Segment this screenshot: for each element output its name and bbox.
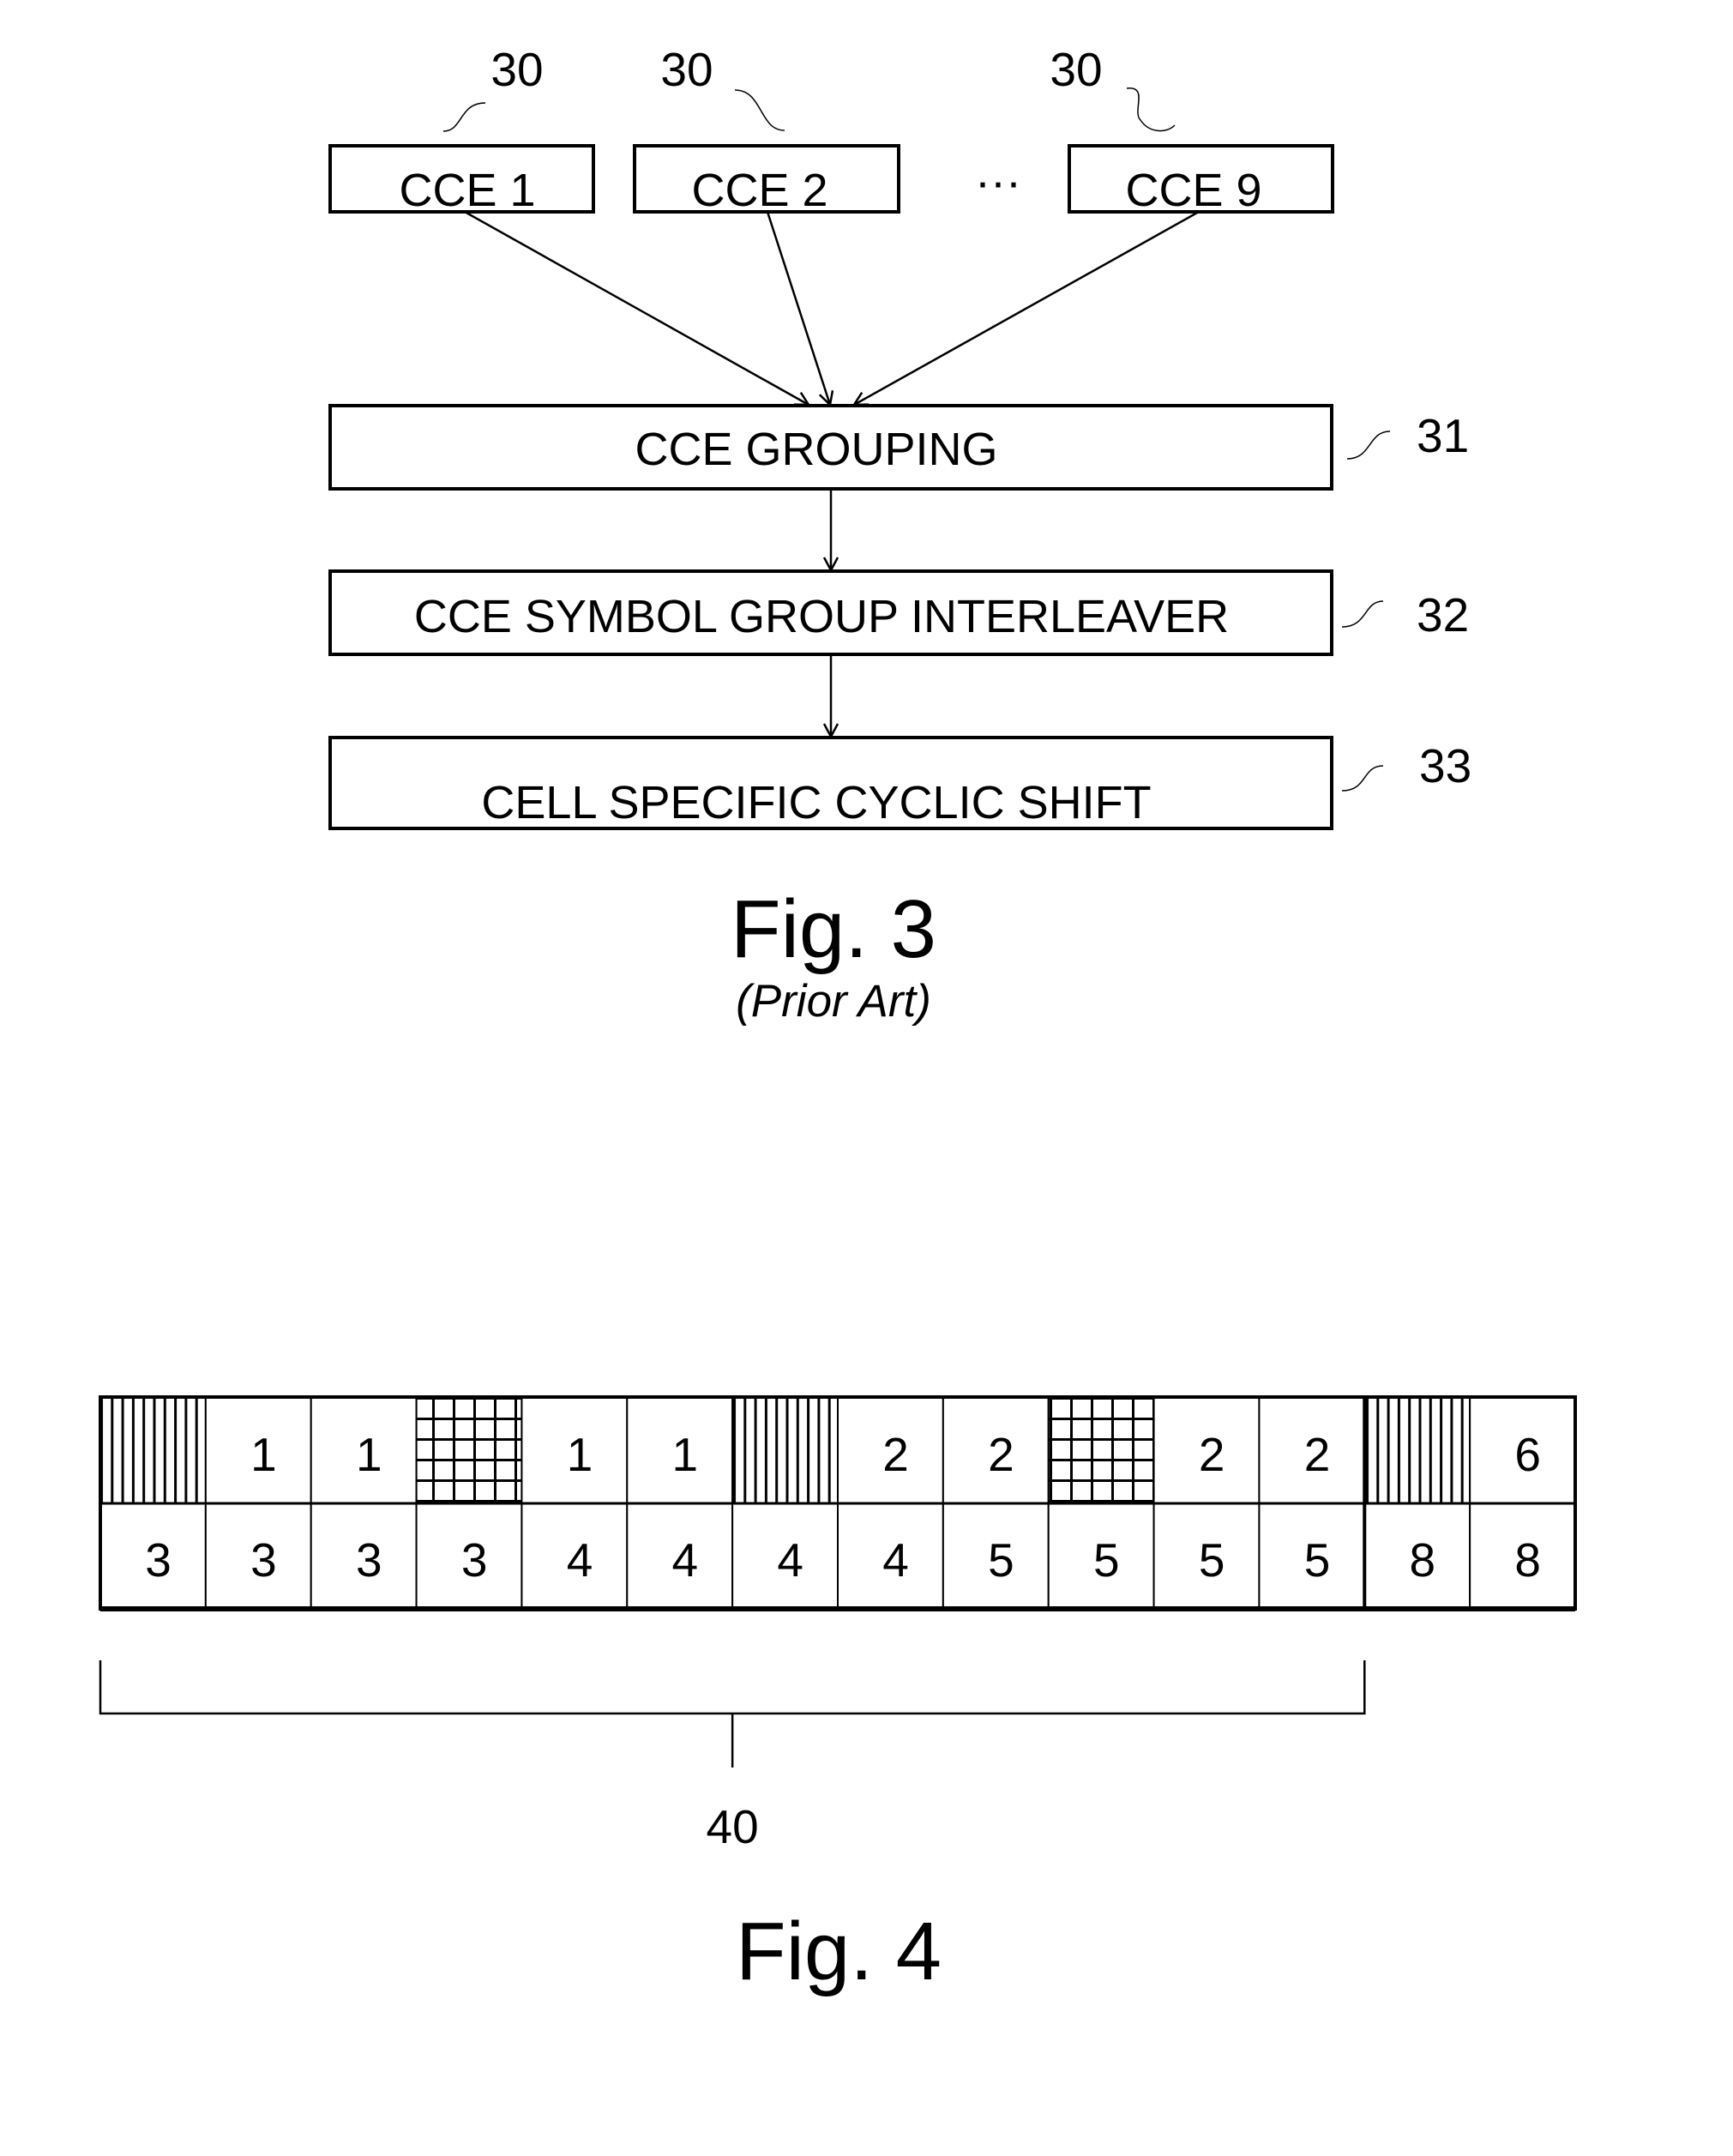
figure-4: 1 1 1 1 2 2 2 2 6 3 3 3 3 4 4 4 4 5 5 5 5 8 8 40 Fig. 4 bbox=[99, 1395, 1577, 1997]
grid-cell: 6 bbox=[1469, 1396, 1576, 1504]
cell-value: 2 bbox=[1199, 1428, 1225, 1481]
leader-line bbox=[1341, 600, 1384, 628]
grid-cell bbox=[1047, 1396, 1155, 1504]
cell-value: 1 bbox=[356, 1428, 382, 1481]
leader-line bbox=[1346, 431, 1391, 460]
cell-value: 6 bbox=[1514, 1428, 1541, 1481]
grid-cell: 1 bbox=[310, 1396, 418, 1504]
grid-cell: 2 bbox=[837, 1396, 944, 1504]
reference-numeral: 30 bbox=[660, 43, 713, 96]
patent-drawing-sheet: CCE 1 30 CCE 2 30 ··· CCE 9 30 CCE GROUP… bbox=[99, 43, 1577, 1997]
cell-value: 5 bbox=[1199, 1533, 1225, 1587]
figure-3: CCE 1 30 CCE 2 30 ··· CCE 9 30 CCE GROUP… bbox=[328, 43, 1471, 1027]
grid-cell: 3 bbox=[310, 1503, 418, 1610]
cell-value: 4 bbox=[672, 1533, 699, 1587]
grid-cell: 2 bbox=[1258, 1396, 1366, 1504]
grid-cell: 1 bbox=[204, 1396, 312, 1504]
reference-numeral: 32 bbox=[1417, 588, 1469, 641]
ellipsis: ··· bbox=[975, 156, 1021, 208]
cell-value: 2 bbox=[882, 1428, 909, 1481]
cell-value: 1 bbox=[567, 1428, 593, 1481]
grid-cell: 5 bbox=[942, 1503, 1050, 1610]
figure-3-subcaption: (Prior Art) bbox=[736, 976, 931, 1027]
leader-line bbox=[1126, 87, 1176, 132]
arrow-cce9-to-grouping bbox=[854, 210, 1200, 405]
figure-4-caption: Fig. 4 bbox=[736, 1906, 942, 1997]
cell-value: 1 bbox=[250, 1428, 277, 1481]
crosshatch-hatch bbox=[415, 1396, 523, 1504]
grid-cell bbox=[1363, 1396, 1471, 1504]
grid-cell: 8 bbox=[1363, 1503, 1471, 1610]
grid-cell: 5 bbox=[1258, 1503, 1366, 1610]
grid-cell: 4 bbox=[521, 1503, 629, 1610]
cell-value: 3 bbox=[250, 1533, 277, 1587]
cell-value: 3 bbox=[356, 1533, 382, 1587]
bracket-40: 40 bbox=[99, 1660, 1366, 1853]
grid-cell: 5 bbox=[1047, 1503, 1155, 1610]
arrow-cce1-to-grouping bbox=[464, 210, 809, 405]
grid-cell: 1 bbox=[521, 1396, 629, 1504]
cell-value: 2 bbox=[1304, 1428, 1331, 1481]
reference-numeral: 31 bbox=[1417, 409, 1469, 462]
grid-cell bbox=[731, 1396, 839, 1504]
cell-value: 3 bbox=[461, 1533, 488, 1587]
cce-label: CCE 1 bbox=[399, 165, 535, 216]
bracket bbox=[99, 1660, 1366, 1768]
cell-value: 5 bbox=[988, 1533, 1014, 1587]
grid-cell: 4 bbox=[731, 1503, 839, 1610]
cce-block-2: CCE 2 30 bbox=[633, 43, 900, 216]
grid-cell: 4 bbox=[626, 1503, 734, 1610]
cce-label: CCE 2 bbox=[691, 165, 827, 216]
cce-block-1: CCE 1 30 bbox=[328, 43, 595, 216]
cell-value: 4 bbox=[777, 1533, 803, 1587]
cce-block-9: CCE 9 30 bbox=[1050, 43, 1334, 216]
stage-cell-specific-cyclic-shift: CELL SPECIFIC CYCLIC SHIFT 33 bbox=[328, 736, 1471, 830]
vertical-stripes-hatch bbox=[1363, 1396, 1471, 1504]
cell-value: 4 bbox=[567, 1533, 593, 1587]
cell-value: 8 bbox=[1410, 1533, 1436, 1587]
cell-value: 8 bbox=[1514, 1533, 1541, 1587]
grid-cell: 3 bbox=[99, 1503, 207, 1610]
grid-cell: 2 bbox=[1152, 1396, 1261, 1504]
leader-line bbox=[442, 102, 486, 132]
stage-label: CCE SYMBOL GROUP INTERLEAVER bbox=[414, 591, 1229, 642]
grid-cell: 5 bbox=[1152, 1503, 1261, 1610]
arrow-cce2-to-grouping bbox=[766, 211, 830, 405]
grid-cell: 8 bbox=[1469, 1503, 1576, 1610]
reference-numeral: 33 bbox=[1419, 739, 1471, 792]
cell-value: 5 bbox=[1093, 1533, 1120, 1587]
cell-value: 2 bbox=[988, 1428, 1014, 1481]
grid-cell: 2 bbox=[942, 1396, 1050, 1504]
figure-3-caption: Fig. 3 bbox=[731, 883, 936, 975]
crosshatch-hatch bbox=[1047, 1396, 1155, 1504]
grid-cell: 3 bbox=[204, 1503, 312, 1610]
reference-numeral: 40 bbox=[707, 1800, 759, 1853]
grid-cell bbox=[415, 1396, 523, 1504]
reference-numeral: 30 bbox=[490, 43, 543, 96]
stage-label: CCE GROUPING bbox=[635, 424, 997, 475]
cell-value: 5 bbox=[1304, 1533, 1331, 1587]
grid-cell: 3 bbox=[415, 1503, 523, 1610]
cell-value: 3 bbox=[145, 1533, 171, 1587]
reference-numeral: 30 bbox=[1050, 43, 1102, 96]
cell-value: 1 bbox=[672, 1428, 699, 1481]
cce-label: CCE 9 bbox=[1125, 165, 1261, 216]
cell-value: 4 bbox=[882, 1533, 909, 1587]
vertical-stripes-hatch bbox=[99, 1396, 207, 1504]
leader-line bbox=[1341, 765, 1384, 792]
grid-cell bbox=[99, 1396, 207, 1504]
vertical-stripes-hatch bbox=[731, 1396, 839, 1504]
stage-label: CELL SPECIFIC CYCLIC SHIFT bbox=[481, 777, 1151, 828]
leader-line bbox=[734, 89, 785, 131]
stage-cce-grouping: CCE GROUPING 31 bbox=[328, 404, 1469, 491]
resource-grid-top-row: 1 1 1 1 2 2 2 2 6 bbox=[99, 1396, 1576, 1504]
stage-symbol-group-interleaver: CCE SYMBOL GROUP INTERLEAVER 32 bbox=[328, 569, 1469, 656]
grid-cell: 1 bbox=[626, 1396, 734, 1504]
resource-grid-bottom-row: 3 3 3 3 4 4 4 4 5 5 5 5 8 8 bbox=[99, 1503, 1576, 1610]
grid-cell: 4 bbox=[837, 1503, 944, 1610]
